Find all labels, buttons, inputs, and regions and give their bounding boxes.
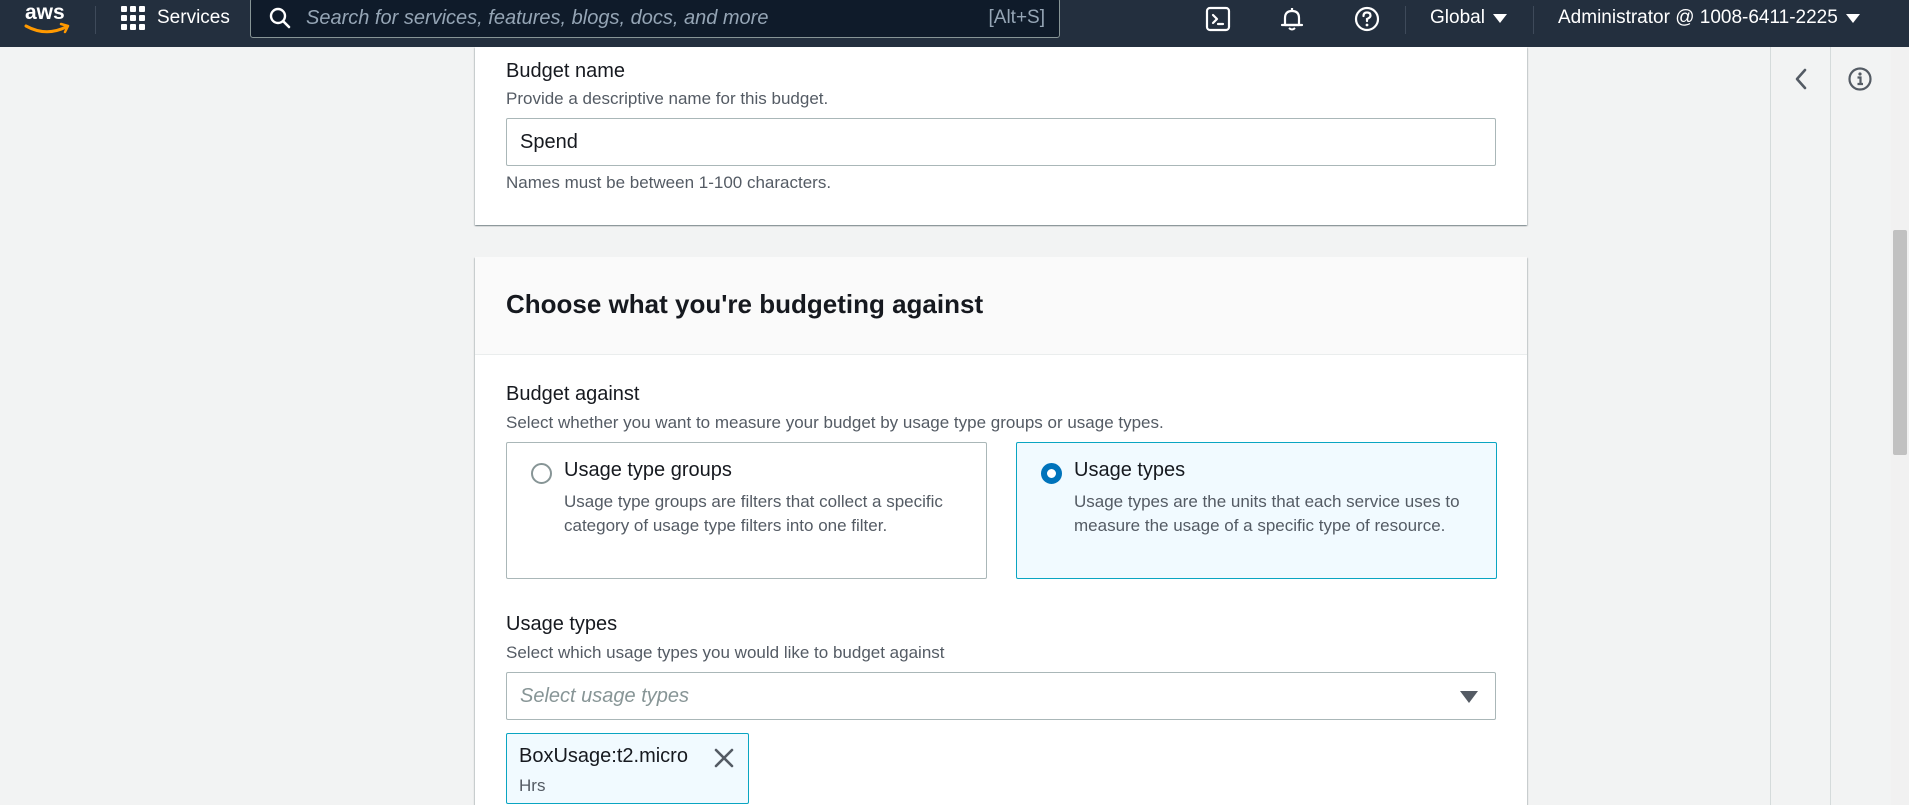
budget-name-constraint: Names must be between 1-100 characters. bbox=[506, 173, 832, 192]
select-placeholder: Select usage types bbox=[520, 685, 689, 707]
usage-type-token: BoxUsage:t2.micro Hrs bbox=[506, 733, 749, 804]
radio-usage-type-groups[interactable] bbox=[531, 463, 552, 484]
terminal-icon[interactable] bbox=[1203, 4, 1233, 34]
tile-description: Usage types are the units that each serv… bbox=[1074, 492, 1460, 535]
search-icon bbox=[269, 7, 291, 29]
nav-divider bbox=[95, 6, 96, 34]
account-menu[interactable]: Administrator @ 1008-6411-2225 bbox=[1558, 4, 1860, 32]
services-menu-button[interactable]: Services bbox=[121, 4, 230, 32]
usage-types-description: Select which usage types you would like … bbox=[506, 643, 945, 662]
tools-divider bbox=[1830, 47, 1831, 805]
radio-usage-types[interactable] bbox=[1041, 463, 1062, 484]
budget-name-label: Budget name bbox=[506, 60, 625, 82]
caret-down-icon bbox=[1492, 13, 1507, 23]
aws-logo[interactable]: aws bbox=[22, 0, 74, 40]
token-unit: Hrs bbox=[519, 776, 546, 795]
search-shortcut: [Alt+S] bbox=[988, 7, 1046, 28]
region-label: Global bbox=[1430, 7, 1485, 28]
chevron-left-icon[interactable] bbox=[1790, 64, 1812, 94]
search-bar[interactable]: [Alt+S] bbox=[250, 0, 1060, 38]
scrollbar-thumb[interactable] bbox=[1893, 230, 1907, 455]
caret-down-icon bbox=[1845, 13, 1860, 23]
usage-types-label: Usage types bbox=[506, 613, 618, 635]
usage-types-select[interactable]: Select usage types bbox=[506, 672, 1496, 720]
tile-usage-type-groups[interactable]: Usage type groups Usage type groups are … bbox=[506, 442, 987, 579]
budget-name-description: Provide a descriptive name for this budg… bbox=[506, 89, 829, 108]
tile-usage-types[interactable]: Usage types Usage types are the units th… bbox=[1016, 442, 1497, 579]
tile-title: Usage type groups bbox=[564, 459, 732, 481]
nav-divider bbox=[1533, 6, 1534, 34]
grid-icon bbox=[121, 6, 145, 30]
account-label: Administrator @ 1008-6411-2225 bbox=[1558, 7, 1838, 28]
help-icon[interactable] bbox=[1352, 4, 1382, 34]
caret-down-icon bbox=[1460, 691, 1478, 703]
nav-divider bbox=[1405, 6, 1406, 34]
budget-name-panel: Budget name Provide a descriptive name f… bbox=[475, 47, 1527, 225]
budgeting-against-panel: Choose what you're budgeting against Bud… bbox=[475, 257, 1527, 805]
search-input[interactable] bbox=[306, 6, 989, 30]
panel-header: Choose what you're budgeting against bbox=[475, 257, 1527, 355]
bell-icon[interactable] bbox=[1277, 4, 1307, 34]
info-icon[interactable] bbox=[1847, 66, 1873, 92]
tile-title: Usage types bbox=[1074, 459, 1186, 481]
region-selector[interactable]: Global bbox=[1430, 4, 1507, 32]
svg-text:aws: aws bbox=[25, 1, 65, 24]
token-label: BoxUsage:t2.micro bbox=[519, 745, 688, 767]
budget-name-input[interactable] bbox=[506, 118, 1496, 166]
panel-title: Choose what you're budgeting against bbox=[506, 289, 984, 319]
top-navigation: aws Services [Alt+S] Global bbox=[0, 0, 1909, 47]
tools-divider bbox=[1770, 47, 1771, 805]
budget-against-description: Select whether you want to measure your … bbox=[506, 413, 1164, 432]
close-icon[interactable] bbox=[712, 746, 736, 770]
services-label: Services bbox=[157, 7, 230, 28]
budget-against-label: Budget against bbox=[506, 383, 640, 405]
tile-description: Usage type groups are filters that colle… bbox=[564, 492, 943, 535]
